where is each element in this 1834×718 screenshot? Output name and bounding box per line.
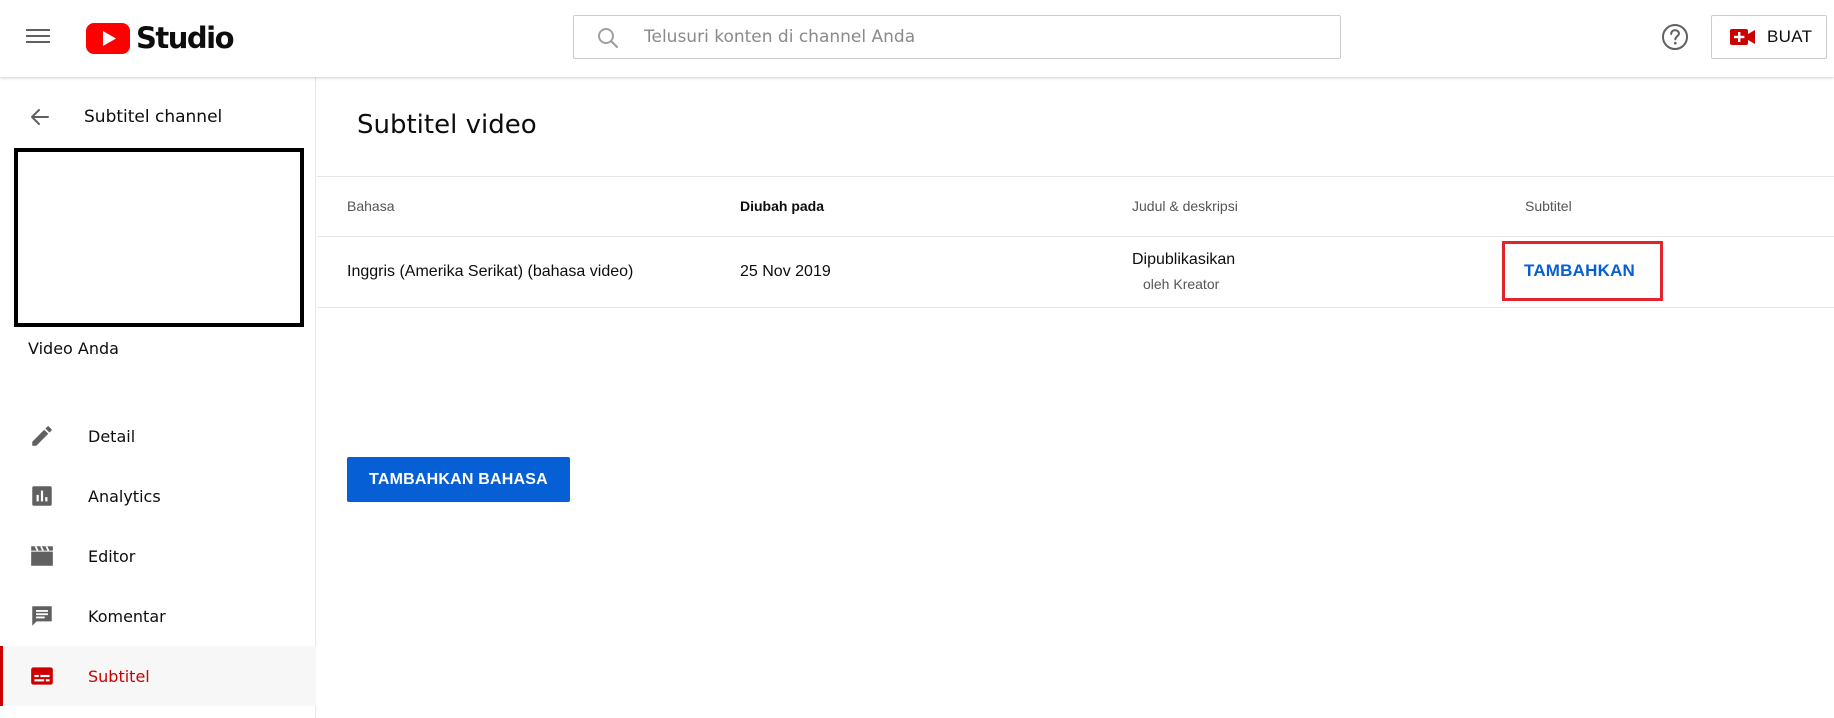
youtube-play-icon bbox=[86, 22, 130, 54]
column-header-title-description: Judul & deskripsi bbox=[1132, 198, 1238, 214]
page-title: Subtitel video bbox=[357, 110, 537, 140]
subtitles-icon bbox=[28, 662, 56, 690]
back-label: Subtitel channel bbox=[84, 107, 223, 127]
nav-item-subtitel[interactable]: Subtitel bbox=[0, 646, 316, 706]
row-title-status[interactable]: Dipublikasikan bbox=[1132, 251, 1235, 269]
nav-label: Subtitel bbox=[88, 666, 150, 686]
search-icon bbox=[598, 28, 619, 49]
subtitle-table: Bahasa Diubah pada Judul & deskripsi Sub… bbox=[317, 176, 1834, 308]
video-title: Video Anda bbox=[28, 339, 119, 358]
nav-label: Komentar bbox=[88, 606, 166, 626]
table-header: Bahasa Diubah pada Judul & deskripsi Sub… bbox=[317, 176, 1834, 237]
nav-item-analytics[interactable]: Analytics bbox=[0, 466, 316, 526]
sidebar: Subtitel channel Video Anda Detail Analy… bbox=[0, 77, 316, 718]
nav-label: Editor bbox=[88, 546, 136, 566]
video-thumbnail[interactable] bbox=[14, 148, 304, 327]
row-title-by: oleh Kreator bbox=[1143, 276, 1220, 292]
back-to-channel-subtitles[interactable]: Subtitel channel bbox=[0, 97, 316, 137]
search-box[interactable] bbox=[573, 15, 1341, 59]
menu-icon[interactable] bbox=[26, 25, 56, 51]
top-bar: Studio BUAT bbox=[0, 0, 1834, 77]
column-header-modified[interactable]: Diubah pada bbox=[740, 198, 824, 214]
pencil-icon bbox=[28, 422, 56, 450]
studio-logo[interactable]: Studio bbox=[86, 20, 235, 56]
nav-item-komentar[interactable]: Komentar bbox=[0, 586, 316, 646]
add-subtitles-link[interactable]: TAMBAHKAN bbox=[1502, 241, 1663, 301]
nav-item-detail[interactable]: Detail bbox=[0, 406, 316, 466]
clapperboard-icon bbox=[28, 542, 56, 570]
video-camera-plus-icon bbox=[1730, 29, 1755, 45]
main-content: Subtitel video Bahasa Diubah pada Judul … bbox=[317, 77, 1834, 718]
create-button-label: BUAT bbox=[1767, 27, 1813, 46]
row-modified-date: 25 Nov 2019 bbox=[740, 263, 831, 280]
create-button[interactable]: BUAT bbox=[1711, 15, 1827, 59]
search-input[interactable] bbox=[644, 16, 1324, 58]
logo-text: Studio bbox=[136, 21, 235, 55]
back-arrow-icon bbox=[31, 109, 49, 125]
add-language-button[interactable]: TAMBAHKAN BAHASA bbox=[347, 457, 570, 502]
column-header-language[interactable]: Bahasa bbox=[347, 198, 394, 214]
comment-icon bbox=[28, 602, 56, 630]
row-language: Inggris (Amerika Serikat) (bahasa video) bbox=[347, 263, 634, 280]
nav-label: Detail bbox=[88, 426, 136, 446]
video-nav: Detail Analytics Editor Komentar Subtite… bbox=[0, 406, 316, 706]
column-header-subtitles: Subtitel bbox=[1525, 198, 1572, 214]
analytics-icon bbox=[28, 482, 56, 510]
scrollbar[interactable] bbox=[1822, 77, 1834, 718]
nav-item-editor[interactable]: Editor bbox=[0, 526, 316, 586]
nav-label: Analytics bbox=[88, 486, 161, 506]
table-row: Inggris (Amerika Serikat) (bahasa video)… bbox=[317, 237, 1834, 308]
help-icon[interactable] bbox=[1661, 23, 1689, 51]
